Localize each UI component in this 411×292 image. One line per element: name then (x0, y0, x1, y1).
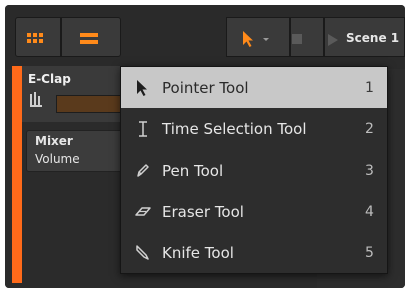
menu-item-time-selection-tool[interactable]: Time Selection Tool 2 (121, 108, 387, 149)
play-icon (328, 34, 338, 46)
stop-icon (292, 34, 302, 44)
menu-item-shortcut: 5 (365, 245, 374, 261)
menu-item-label: Time Selection Tool (162, 120, 307, 138)
toolbar (5, 5, 405, 69)
menu-item-label: Knife Tool (162, 244, 234, 262)
menu-item-shortcut: 1 (365, 80, 374, 96)
menu-item-label: Eraser Tool (162, 203, 244, 221)
menu-item-knife-tool[interactable]: Knife Tool 5 (121, 232, 387, 273)
menu-item-eraser-tool[interactable]: Eraser Tool 4 (121, 191, 387, 232)
device-param[interactable]: Volume (35, 152, 80, 166)
text-cursor-icon (139, 121, 147, 137)
pen-icon (137, 164, 149, 177)
grid-icon (27, 33, 43, 43)
track-name[interactable]: E-Clap (28, 72, 71, 86)
chevron-down-icon (263, 38, 269, 41)
menu-item-shortcut: 4 (365, 204, 374, 220)
knife-icon (136, 245, 149, 260)
scene-label[interactable]: Scene 1 (346, 31, 399, 45)
menu-item-pointer-tool[interactable]: Pointer Tool 1 (121, 67, 387, 108)
pointer-icon (137, 80, 147, 96)
pointer-icon (243, 31, 253, 47)
menu-item-shortcut: 2 (365, 121, 374, 137)
eraser-icon (135, 207, 151, 216)
menu-item-shortcut: 3 (365, 163, 374, 179)
menu-item-pen-tool[interactable]: Pen Tool 3 (121, 150, 387, 191)
lines-icon (80, 33, 98, 44)
device-title: Mixer (35, 134, 73, 148)
track-color-strip (12, 66, 22, 283)
menu-item-label: Pen Tool (162, 162, 224, 180)
track-volume-meter[interactable] (56, 95, 126, 113)
menu-item-label: Pointer Tool (162, 79, 249, 97)
tool-select-button[interactable] (226, 17, 290, 57)
mixer-icon (30, 92, 42, 107)
